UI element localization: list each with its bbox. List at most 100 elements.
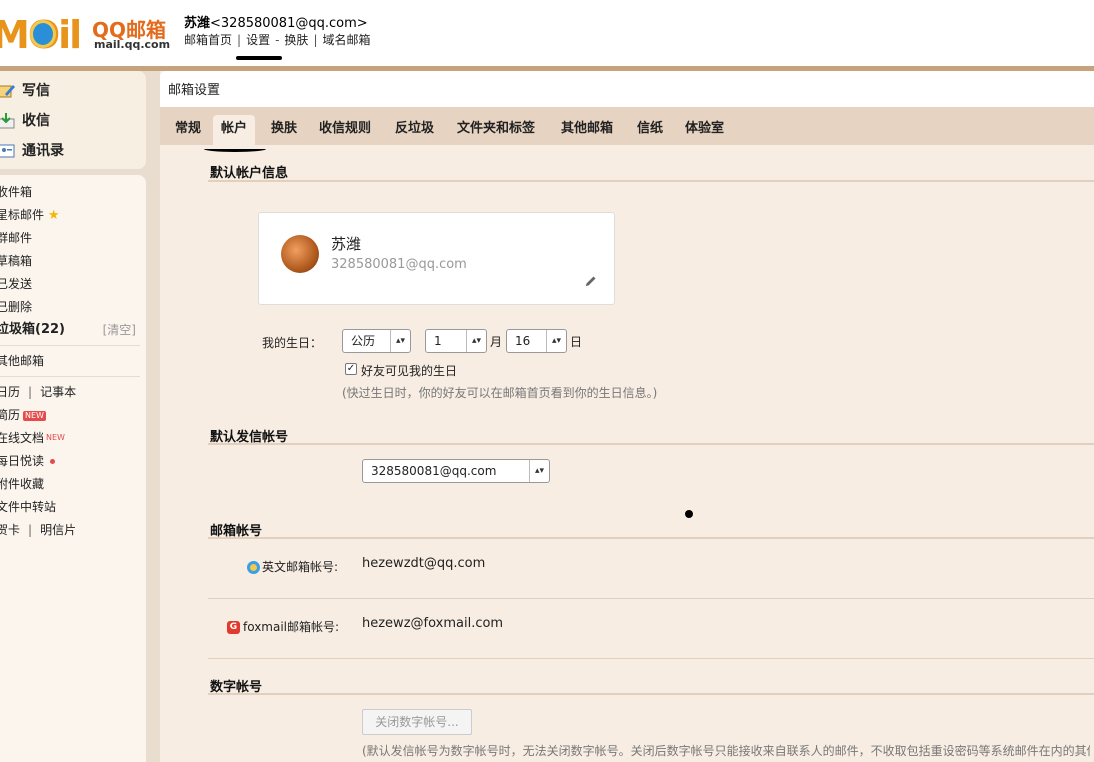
contacts-button[interactable]: 通讯录 (0, 139, 64, 163)
postcard-link[interactable]: 明信片 (40, 523, 76, 537)
folder-drafts[interactable]: 草稿箱 (0, 252, 32, 270)
inbox-icon (0, 113, 16, 129)
file-transfer-link[interactable]: 文件中转站 (0, 498, 56, 516)
foxmail-account-value: hezewz@foxmail.com (362, 616, 504, 631)
calendar-notes-row: 日历 | 记事本 (0, 383, 76, 401)
contacts-label: 通讯录 (22, 143, 64, 159)
new-superscript: NEW (46, 433, 65, 442)
friends-visible-label: 好友可见我的生日 (361, 364, 458, 378)
resume-label: 简历 (0, 408, 21, 422)
user-email: <328580081@qq.com> (210, 16, 368, 31)
folder-list: 收件箱 星标邮件 ★ 群邮件 草稿箱 已发送 已删除 垃圾箱(22) [清空] 其… (0, 175, 146, 762)
new-badge: NEW (23, 410, 46, 421)
daily-read-label: 每日悦读 (0, 454, 45, 468)
other-mailboxes[interactable]: 其他邮箱 (0, 352, 44, 370)
folder-spam-label: 垃圾箱(22) (0, 322, 65, 337)
default-sender-select[interactable]: 328580081@qq.com ▴▾ (362, 459, 550, 483)
calendar-type-value: 公历 (351, 334, 376, 348)
section-divider (208, 537, 1094, 539)
hand-drawn-underline (236, 56, 282, 60)
bell-icon (30, 20, 56, 48)
user-identity: 苏潍<328580081@qq.com> (184, 12, 368, 31)
account-card: 苏潍 328580081@qq.com (258, 212, 615, 305)
account-email: 328580081@qq.com (331, 257, 467, 272)
tab-stationery[interactable]: 信纸 (629, 115, 671, 145)
clear-spam-link[interactable]: [清空] (103, 321, 136, 339)
settings-tabs: 常规 帐户 换肤 收信规则 反垃圾 文件夹和标签 其他邮箱 信纸 体验室 (160, 107, 1094, 145)
resume-link[interactable]: 简历 NEW (0, 406, 46, 424)
tab-folders-labels[interactable]: 文件夹和标签 (449, 115, 543, 145)
folder-group[interactable]: 群邮件 (0, 229, 32, 247)
top-links: 邮箱首页 | 设置 - 换肤 | 域名邮箱 (184, 33, 371, 47)
compose-label: 写信 (22, 83, 50, 99)
row-divider (208, 598, 1094, 599)
folder-sent[interactable]: 已发送 (0, 275, 32, 293)
birth-month-select[interactable]: 1 ▴▾ (425, 329, 487, 353)
star-icon: ★ (47, 208, 60, 223)
hand-drawn-underline (204, 146, 266, 152)
top-header: MOil QQ邮箱 mail.qq.com 苏潍<328580081@qq.co… (0, 0, 1094, 66)
link-settings[interactable]: 设置 (246, 33, 270, 47)
link-domain-mail[interactable]: 域名邮箱 (322, 33, 370, 47)
row-divider (208, 658, 1094, 659)
calendar-type-select[interactable]: 公历 ▴▾ (342, 329, 411, 353)
notes-link[interactable]: 记事本 (40, 385, 76, 399)
section-divider (208, 443, 1094, 445)
online-docs-label: 在线文档 (0, 431, 45, 445)
unread-dot (50, 459, 56, 464)
left-sidebar: 写信 收信 通讯录 收件箱 星标邮件 ★ 群邮件 草稿箱 已发送 已删除 垃圾箱… (0, 71, 152, 762)
select-arrow-icon: ▴▾ (529, 460, 549, 482)
folder-deleted[interactable]: 已删除 (0, 298, 32, 316)
english-account-label-text: 英文邮箱帐号: (262, 560, 339, 574)
birth-day-select[interactable]: 16 ▴▾ (506, 329, 567, 353)
folder-spam[interactable]: 垃圾箱(22) [清空] (0, 321, 142, 339)
cursor-dot (685, 510, 693, 518)
tab-antispam[interactable]: 反垃圾 (387, 115, 442, 145)
qq-icon (247, 561, 260, 574)
close-numeric-account-button[interactable]: 关闭数字帐号... (362, 709, 472, 735)
tab-receive-rules[interactable]: 收信规则 (311, 115, 379, 145)
link-mail-home[interactable]: 邮箱首页 (184, 33, 232, 47)
online-docs-link[interactable]: 在线文档 NEW (0, 429, 65, 447)
greeting-card-link[interactable]: 贺卡 (0, 523, 20, 537)
section-divider (208, 180, 1094, 182)
primary-actions: 写信 收信 通讯录 (0, 71, 146, 169)
link-skin[interactable]: 换肤 (284, 33, 308, 47)
compose-button[interactable]: 写信 (0, 79, 50, 103)
folder-starred[interactable]: 星标邮件 ★ (0, 206, 60, 224)
inbox-label: 收信 (22, 113, 50, 129)
month-unit: 月 (490, 335, 503, 349)
avatar[interactable] (281, 235, 319, 273)
english-account-value: hezewzdt@qq.com (362, 556, 486, 571)
pencil-icon[interactable] (584, 274, 598, 288)
select-arrow-icon: ▴▾ (466, 330, 486, 352)
attachments-link[interactable]: 附件收藏 (0, 475, 44, 493)
qq-mail-logo[interactable]: MOil QQ邮箱 mail.qq.com (0, 10, 171, 54)
tab-account[interactable]: 帐户 (213, 115, 256, 145)
divider (0, 376, 140, 377)
tab-skin[interactable]: 换肤 (263, 115, 305, 145)
inbox-button[interactable]: 收信 (0, 109, 50, 133)
user-name: 苏潍 (184, 16, 211, 31)
folder-starred-label: 星标邮件 (0, 208, 45, 222)
logo-domain: mail.qq.com (94, 38, 171, 51)
tab-other-mailboxes[interactable]: 其他邮箱 (553, 115, 621, 145)
tab-labs[interactable]: 体验室 (677, 115, 732, 145)
default-sender-value: 328580081@qq.com (371, 464, 497, 478)
foxmail-account-label-text: foxmail邮箱帐号: (243, 620, 340, 634)
page-title: 邮箱设置 (160, 71, 1094, 107)
friends-visible-checkbox[interactable]: ✓ (345, 363, 357, 375)
contacts-icon (0, 143, 16, 159)
select-arrow-icon: ▴▾ (546, 330, 566, 352)
section-default-account: 默认帐户信息 (210, 166, 289, 181)
divider (0, 345, 140, 346)
tab-general[interactable]: 常规 (167, 115, 209, 145)
folder-inbox[interactable]: 收件箱 (0, 183, 32, 201)
birthday-label: 我的生日： (262, 336, 323, 350)
birthday-hint: (快过生日时，你的好友可以在邮箱首页看到你的生日信息。) (342, 386, 658, 400)
section-divider (208, 693, 1094, 695)
calendar-link[interactable]: 日历 (0, 385, 20, 399)
select-arrow-icon: ▴▾ (390, 330, 410, 352)
daily-read-link[interactable]: 每日悦读 (0, 452, 56, 470)
birth-day-value: 16 (515, 334, 531, 348)
